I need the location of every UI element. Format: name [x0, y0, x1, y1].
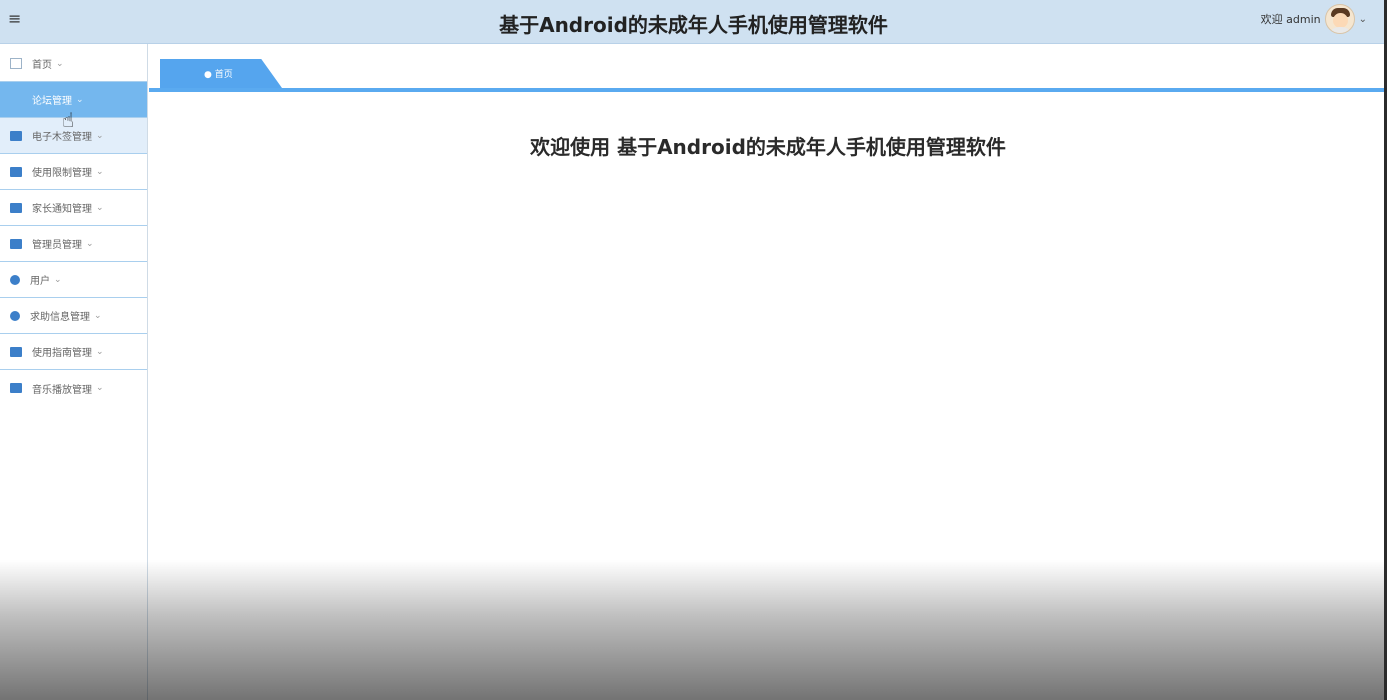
- sidebar-item-help[interactable]: 求助信息管理 ⌄: [0, 298, 147, 334]
- sidebar-item-guide[interactable]: 使用指南管理 ⌄: [0, 334, 147, 370]
- sidebar-item-label: 首页: [32, 60, 52, 71]
- avatar[interactable]: [1324, 4, 1355, 34]
- sidebar-item-music[interactable]: 音乐播放管理 ⌄: [0, 370, 147, 406]
- chevron-down-icon: ⌄: [76, 94, 84, 105]
- hand-cursor-icon: ☝: [62, 108, 75, 132]
- sidebar-item-home[interactable]: 首页 ⌄: [0, 46, 147, 82]
- sidebar-item-label: 求助信息管理: [30, 312, 90, 323]
- screen-fade-overlay: [0, 560, 1387, 700]
- chevron-down-icon: ⌄: [96, 166, 104, 177]
- grid-icon: [10, 238, 22, 249]
- chevron-down-icon: ⌄: [54, 274, 62, 285]
- sidebar-item-admin[interactable]: 管理员管理 ⌄: [0, 226, 147, 262]
- tab-home[interactable]: ● 首页: [160, 59, 282, 88]
- sidebar-item-label: 使用限制管理: [32, 168, 92, 179]
- chevron-down-icon: ⌄: [94, 310, 102, 321]
- welcome-user-text: 欢迎 admin: [1260, 13, 1321, 26]
- sidebar-item-parent-notice[interactable]: 家长通知管理 ⌄: [0, 190, 147, 226]
- image-icon: [10, 130, 22, 141]
- columns-icon: [10, 202, 22, 213]
- app-title: 基于Android的未成年人手机使用管理软件: [499, 13, 888, 37]
- chevron-down-icon: ⌄: [96, 346, 104, 357]
- sidebar-item-usage-limit[interactable]: 使用限制管理 ⌄: [0, 154, 147, 190]
- chevron-down-icon: ⌄: [56, 58, 64, 69]
- chevron-down-icon[interactable]: ⌄: [1359, 14, 1367, 25]
- chevron-down-icon: ⌄: [86, 238, 94, 249]
- home-icon: [10, 58, 22, 69]
- user-icon: [10, 274, 20, 285]
- table-icon: [10, 166, 22, 177]
- card-icon: [10, 383, 22, 393]
- sidebar-item-label: 论坛管理: [32, 96, 72, 107]
- printer-icon: [10, 346, 22, 357]
- user-menu[interactable]: 欢迎 admin ⌄: [1261, 4, 1367, 34]
- sidebar-item-label: 使用指南管理: [32, 348, 92, 359]
- top-header: ≡ 基于Android的未成年人手机使用管理软件 欢迎 admin ⌄: [0, 0, 1387, 44]
- settings-icon: [10, 310, 20, 321]
- sidebar-item-label: 管理员管理: [32, 240, 82, 251]
- sidebar-item-user[interactable]: 用户 ⌄: [0, 262, 147, 298]
- sidebar-item-label: 用户: [30, 276, 50, 287]
- sidebar-item-label: 音乐播放管理: [32, 384, 92, 396]
- welcome-message: 欢迎使用 基于Android的未成年人手机使用管理软件: [530, 135, 1006, 159]
- chevron-down-icon: ⌄: [96, 202, 104, 213]
- tab-bar: ● 首页: [149, 44, 1387, 92]
- chevron-down-icon: ⌄: [96, 383, 104, 393]
- sidebar: 首页 ⌄ 论坛管理 ⌄ 电子木签管理 ⌄ 使用限制管理 ⌄ 家长通知管理 ⌄ 管…: [0, 44, 148, 700]
- chevron-down-icon: ⌄: [96, 130, 104, 141]
- sidebar-item-label: 家长通知管理: [32, 204, 92, 215]
